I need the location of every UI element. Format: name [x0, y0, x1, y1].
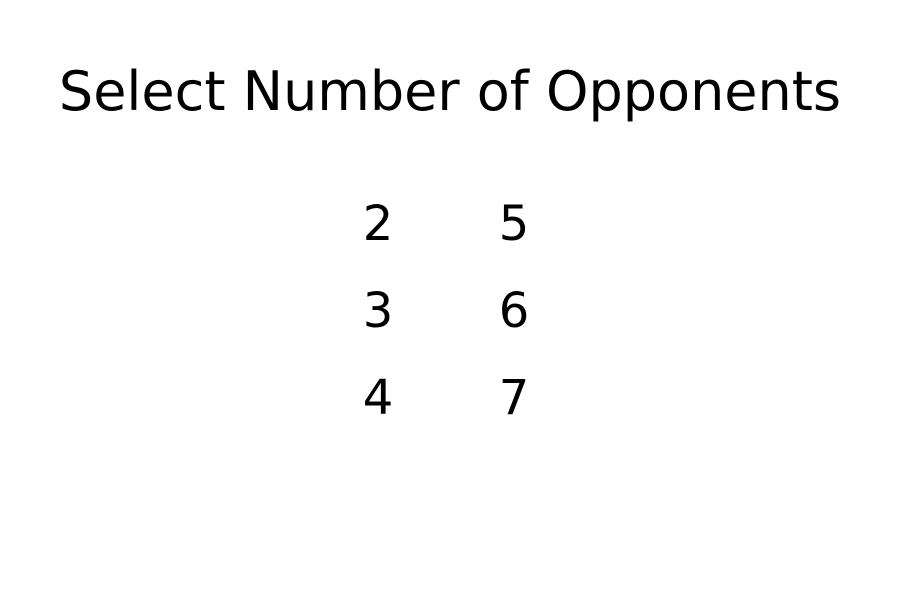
option-7[interactable]: 7: [476, 368, 552, 428]
option-6[interactable]: 6: [476, 281, 552, 341]
option-5[interactable]: 5: [476, 194, 552, 254]
option-3[interactable]: 3: [340, 281, 416, 341]
page-title: Select Number of Opponents: [58, 60, 842, 123]
opponent-options: 2 3 4 5 6 7: [340, 194, 560, 428]
option-2[interactable]: 2: [340, 194, 416, 254]
option-4[interactable]: 4: [340, 368, 416, 428]
